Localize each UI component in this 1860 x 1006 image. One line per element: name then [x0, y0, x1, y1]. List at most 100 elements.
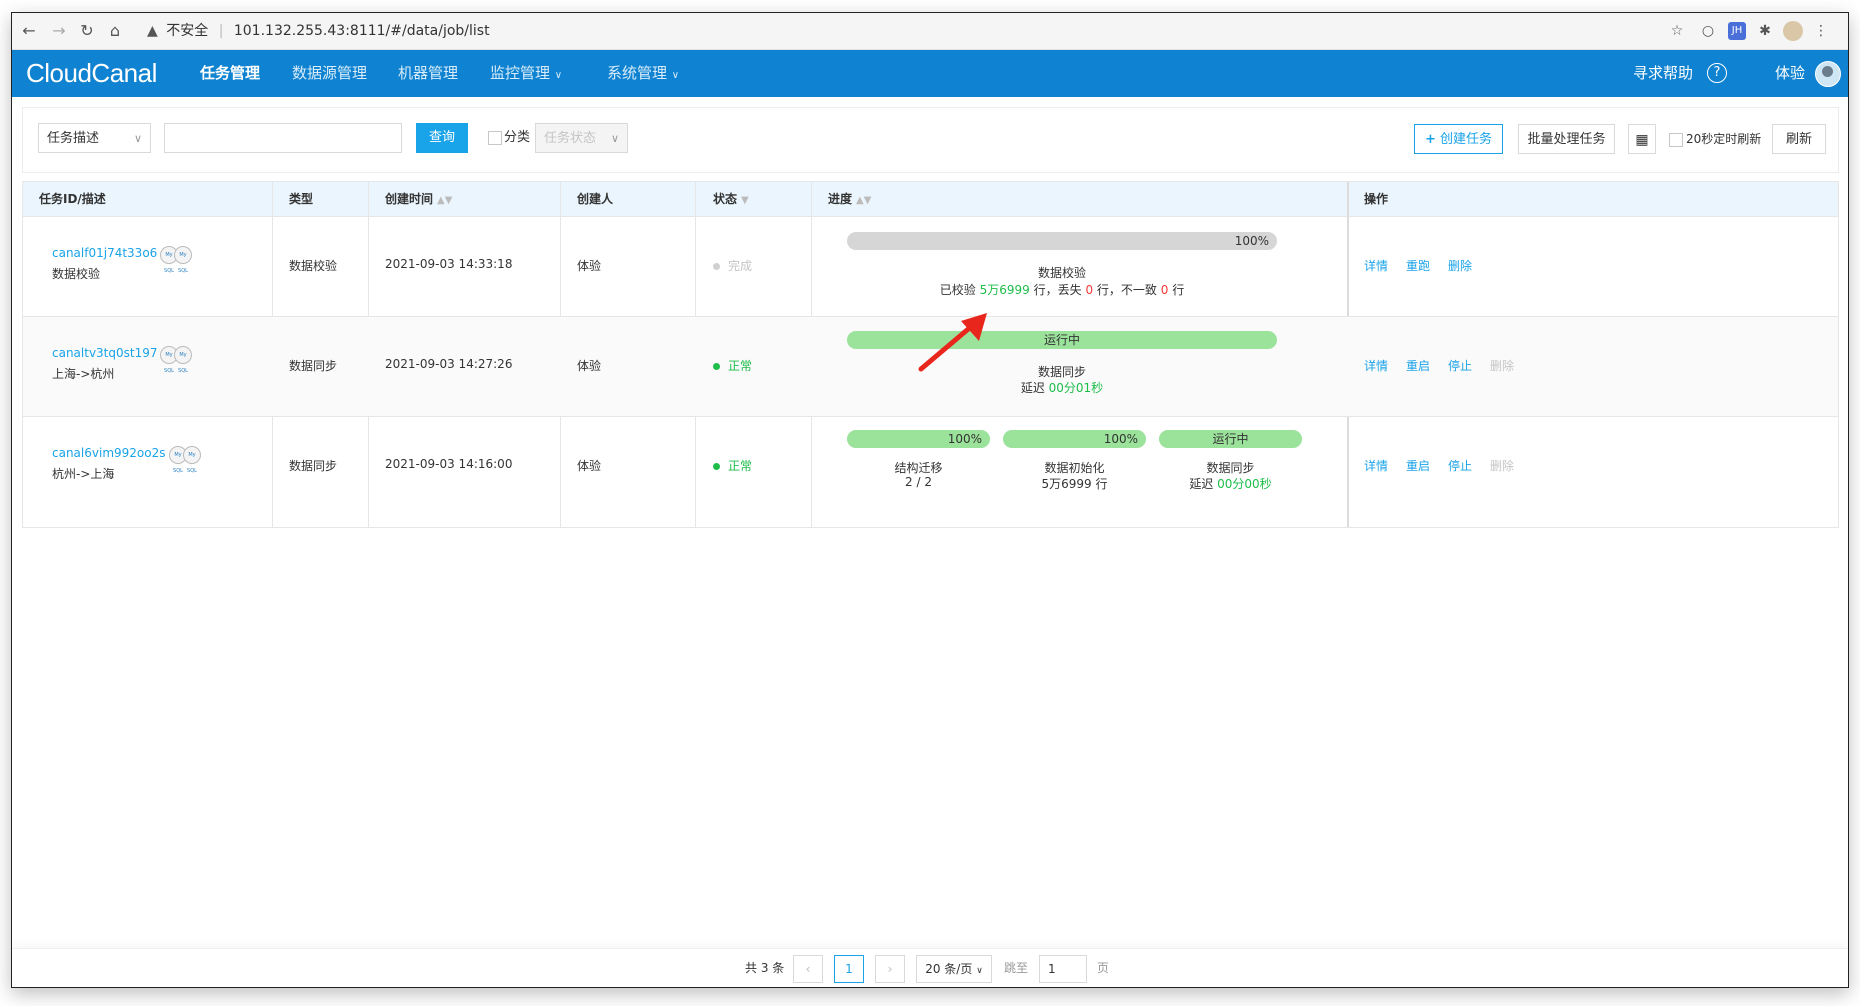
goto-page-input[interactable]: 1 [1039, 955, 1087, 983]
help-icon[interactable]: ? [1707, 63, 1727, 83]
status-select[interactable]: 任务状态 ∨ [535, 123, 628, 153]
batch-process-button[interactable]: 批量处理任务 [1518, 124, 1615, 154]
annotation-arrow-icon [918, 313, 987, 372]
plus-icon: + [1424, 132, 1436, 147]
job-created-time: 2021-09-03 14:16:00 [385, 457, 513, 471]
address-bar[interactable]: ▲ 不安全 | 101.132.255.43:8111/#/data/job/l… [147, 18, 1647, 44]
delete-link[interactable]: 删除 [1448, 257, 1472, 274]
nav-task-management[interactable]: 任务管理 [200, 50, 260, 97]
column-header-status-label: 状态 [713, 192, 738, 206]
stop-link[interactable]: 停止 [1448, 357, 1472, 374]
detail-link[interactable]: 详情 [1364, 457, 1388, 474]
grid-view-icon[interactable]: ▦ [1628, 124, 1656, 154]
help-link[interactable]: 寻求帮助 [1633, 50, 1693, 97]
mysql-db-icon: My SQL My SQL [169, 444, 205, 474]
category-label: 分类 [504, 130, 531, 145]
target-db-icon: My SQL [174, 246, 192, 274]
url-text: 101.132.255.43:8111/#/data/job/list [233, 23, 490, 39]
job-id-link[interactable]: canal6vim992oo2s [52, 446, 165, 460]
stop-link[interactable]: 停止 [1448, 457, 1472, 474]
delay-prefix: 延迟 [1020, 381, 1049, 395]
home-icon[interactable]: ⌂ [104, 20, 126, 42]
job-type: 数据校验 [289, 259, 338, 273]
column-header-id: 任务ID/描述 [39, 192, 106, 206]
search-input[interactable] [164, 123, 402, 153]
jh-extension-icon[interactable]: JH [1728, 22, 1746, 40]
detail-link[interactable]: 详情 [1364, 357, 1388, 374]
job-created-time: 2021-09-03 14:33:18 [385, 257, 513, 271]
prev-page-icon[interactable]: ‹ [793, 955, 823, 983]
create-task-button[interactable]: + 创建任务 [1414, 124, 1503, 154]
checked-count: 5万6999 [979, 283, 1030, 297]
delay-prefix: 延迟 [1189, 477, 1218, 491]
page-size-value: 20 条/页 [925, 962, 973, 976]
back-icon[interactable]: ← [18, 20, 40, 42]
delete-link-disabled: 删除 [1490, 459, 1515, 473]
restart-link[interactable]: 重启 [1406, 357, 1430, 374]
extension-icon[interactable]: ○ [1698, 21, 1718, 41]
search-button[interactable]: 查询 [416, 123, 468, 153]
refresh-button[interactable]: 刷新 [1772, 124, 1826, 154]
page-size-select[interactable]: 20 条/页 ∨ [916, 955, 992, 983]
browser-window: ← → ↻ ⌂ ▲ 不安全 | 101.132.255.43:8111/#/da… [11, 12, 1849, 988]
stage-detail: 5万6999 行 [1041, 477, 1108, 491]
job-id-link[interactable]: canalf01j74t33o6 [52, 246, 157, 260]
delete-link-disabled: 删除 [1490, 359, 1515, 373]
auto-refresh-checkbox[interactable] [1669, 133, 1683, 147]
rerun-link[interactable]: 重跑 [1406, 257, 1430, 274]
status-badge: 正常 [713, 357, 752, 374]
total-count: 共 3 条 [745, 961, 785, 975]
category-checkbox[interactable] [488, 131, 502, 145]
nav-datasource-management[interactable]: 数据源管理 [292, 50, 367, 97]
status-badge: 正常 [713, 457, 752, 474]
forward-icon[interactable]: → [48, 20, 70, 42]
status-select-placeholder: 任务状态 [544, 131, 597, 146]
job-created-time: 2021-09-03 14:27:26 [385, 357, 513, 371]
mysql-db-icon: My SQL My SQL [160, 244, 196, 274]
progress-detail: 已校验 5万6999 行，丢失 0 行，不一致 0 行 [847, 281, 1277, 298]
filter-icon[interactable]: ▼ [741, 195, 749, 206]
detail-link[interactable]: 详情 [1364, 257, 1388, 274]
reload-icon[interactable]: ↻ [76, 20, 98, 42]
stage-percent: 100% [1103, 432, 1138, 446]
detail-mid2: 行，不一致 [1093, 283, 1161, 297]
job-id-link[interactable]: canaltv3tq0st197 [52, 346, 158, 360]
stage-name: 结构迁移 [894, 461, 943, 475]
column-header-actions: 操作 [1364, 192, 1389, 206]
detail-prefix: 已校验 [939, 283, 980, 297]
column-header-status[interactable]: 状态 ▼ [713, 182, 749, 216]
goto-label: 跳至 [1004, 961, 1029, 975]
chevron-down-icon: ∨ [133, 132, 142, 145]
nav-system-management[interactable]: 系统管理 ∨ [607, 50, 679, 97]
logo[interactable]: CloudCanal [26, 58, 157, 89]
sort-icon[interactable]: ▲▼ [437, 195, 452, 206]
next-page-icon[interactable]: › [875, 955, 905, 983]
column-header-progress[interactable]: 进度 ▲▼ [828, 182, 871, 216]
table-header: 任务ID/描述 类型 创建时间 ▲▼ 创建人 状态 ▼ 进度 ▲▼ 操作 [23, 182, 1838, 217]
job-description: 上海->杭州 [52, 367, 115, 381]
progress-delay: 延迟 00分01秒 [847, 379, 1277, 396]
sort-icon[interactable]: ▲▼ [856, 195, 871, 206]
user-name[interactable]: 体验 [1775, 50, 1805, 97]
filter-bar: 任务描述 ∨ 查询 分类 任务状态 ∨ + 创建任务 批量处理任务 ▦ 20秒定… [22, 107, 1839, 173]
bookmark-star-icon[interactable]: ☆ [1667, 21, 1687, 41]
progress-title: 数据校验 [1037, 266, 1086, 280]
column-header-created-label: 创建时间 [385, 192, 434, 206]
puzzle-icon[interactable]: ✱ [1755, 21, 1775, 41]
nav-system-label: 系统管理 [607, 64, 668, 82]
more-menu-icon[interactable]: ⋮ [1811, 21, 1831, 41]
job-type: 数据同步 [289, 359, 338, 373]
nav-monitor-management[interactable]: 监控管理 ∨ [490, 50, 562, 97]
column-header-progress-label: 进度 [828, 192, 853, 206]
profile-avatar-icon[interactable] [1783, 21, 1803, 41]
nav-machine-management[interactable]: 机器管理 [398, 50, 458, 97]
progress-title: 数据同步 [1037, 365, 1086, 379]
column-header-created[interactable]: 创建时间 ▲▼ [385, 182, 452, 216]
pagination: 共 3 条 ‹ 1 › 20 条/页 ∨ 跳至 1 页 [12, 948, 1848, 987]
search-field-select[interactable]: 任务描述 ∨ [38, 123, 151, 153]
stage-name: 数据初始化 [1044, 461, 1105, 475]
restart-link[interactable]: 重启 [1406, 457, 1430, 474]
avatar[interactable] [1815, 61, 1841, 87]
page-number[interactable]: 1 [834, 955, 864, 983]
status-dot-icon [713, 463, 720, 470]
